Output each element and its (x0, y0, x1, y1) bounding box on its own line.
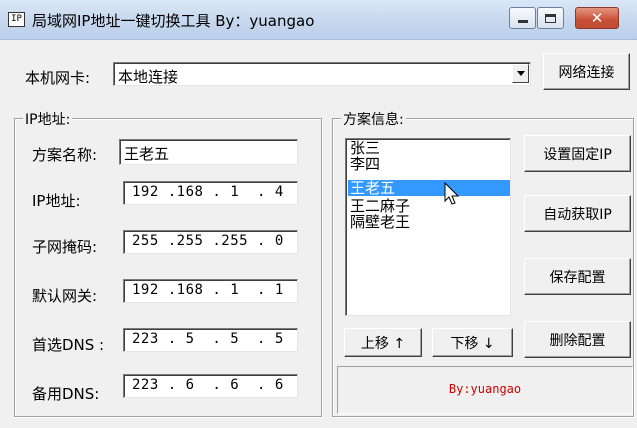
auto-ip-button[interactable]: 自动获取IP (524, 195, 631, 232)
primary-dns-field[interactable]: 223 . 5 . 5 . 5 (123, 328, 298, 352)
move-down-button[interactable]: 下移 ↓ (432, 328, 513, 357)
window-title: 局域网IP地址一键切换工具 By：yuangao (32, 12, 315, 30)
signature-panel: By:yuangao (337, 366, 633, 414)
scheme-name-value: 王老五 (124, 145, 170, 163)
save-config-button[interactable]: 保存配置 (524, 258, 631, 295)
set-fixed-ip-button[interactable]: 设置固定IP (524, 135, 631, 172)
list-item[interactable]: 隔壁老王 (348, 214, 510, 230)
ip-address-field[interactable]: 192 .168 . 1 . 4 (123, 181, 298, 205)
scheme-listbox[interactable]: 张三 李四 王老五 王二麻子 隔壁老王 (345, 138, 511, 316)
network-connect-button[interactable]: 网络连接 (543, 53, 630, 90)
close-icon: ✕ (590, 8, 604, 27)
secondary-dns-field[interactable]: 223 . 6 . 6 . 6 (123, 374, 298, 398)
signature-text: By:yuangao (448, 382, 522, 396)
chevron-down-icon (516, 71, 525, 76)
close-button[interactable]: ✕ (575, 7, 619, 29)
ip-address-label: IP地址: (32, 192, 81, 210)
minimize-icon (517, 20, 528, 23)
gateway-value: 192 .168 . 1 . 1 (132, 282, 284, 298)
list-item[interactable]: 王二麻子 (348, 198, 510, 214)
maximize-button[interactable] (537, 7, 564, 29)
mouse-pointer-icon (444, 182, 460, 205)
list-item[interactable]: 李四 (348, 156, 510, 172)
primary-dns-value: 223 . 5 . 5 . 5 (132, 331, 284, 347)
list-item-selected[interactable]: 王老五 (348, 180, 510, 196)
maximize-icon (545, 13, 556, 23)
primary-dns-label: 首选DNS : (32, 336, 105, 354)
adapter-selected-value: 本地连接 (118, 68, 179, 86)
ip-group-title: IP地址: (23, 109, 73, 129)
title-bar: IP 局域网IP地址一键切换工具 By：yuangao ✕ (0, 0, 637, 40)
secondary-dns-value: 223 . 6 . 6 . 6 (132, 377, 284, 393)
gateway-field[interactable]: 192 .168 . 1 . 1 (123, 279, 298, 303)
adapter-label: 本机网卡: (25, 69, 91, 87)
move-up-button[interactable]: 上移 ↑ (344, 328, 422, 357)
subnet-mask-value: 255 .255 .255 . 0 (132, 233, 284, 249)
minimize-button[interactable] (509, 7, 536, 29)
delete-config-button[interactable]: 删除配置 (524, 321, 631, 358)
subnet-mask-field[interactable]: 255 .255 .255 . 0 (123, 230, 298, 254)
gateway-label: 默认网关: (32, 287, 98, 305)
secondary-dns-label: 备用DNS: (32, 385, 100, 403)
adapter-dropdown-arrow[interactable] (512, 64, 529, 83)
list-item[interactable]: 张三 (348, 140, 510, 156)
scheme-name-field[interactable]: 王老五 (119, 139, 298, 165)
app-icon: IP (8, 12, 25, 27)
ip-address-value: 192 .168 . 1 . 4 (132, 184, 284, 200)
scheme-name-label: 方案名称: (32, 146, 98, 164)
subnet-mask-label: 子网掩码: (32, 238, 98, 256)
scheme-group-title: 方案信息: (341, 109, 406, 129)
adapter-select[interactable]: 本地连接 (113, 62, 531, 86)
